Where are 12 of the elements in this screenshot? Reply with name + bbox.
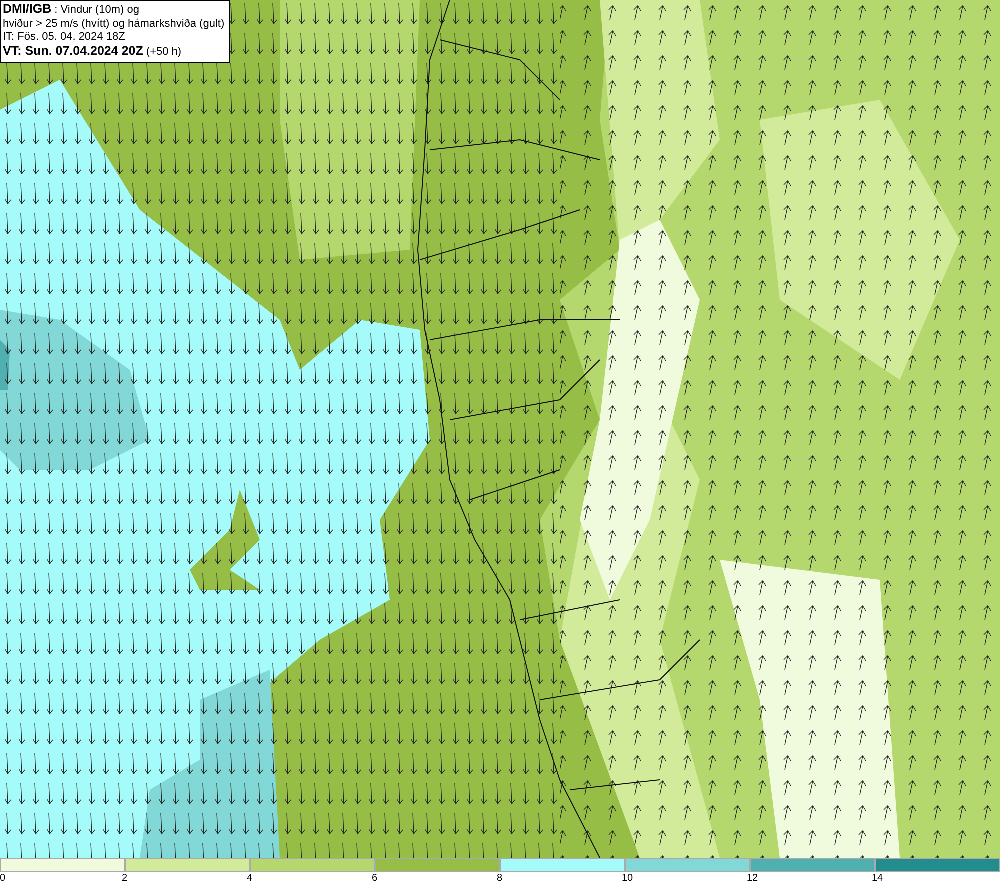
map-title-line: IT: Fös. 05. 04. 2024 18Z	[3, 31, 126, 44]
legend-tick-label: 10	[622, 872, 634, 885]
map-title-line: DMI/IGB : Vindur (10m) og	[3, 3, 140, 18]
map-title-line: hviður > 25 m/s (hvítt) og hámarkshviða (gult)	[3, 18, 225, 31]
legend-tick-label: 8	[497, 872, 503, 885]
legend-tick-label: 4	[247, 872, 253, 885]
legend-tick-label: 2	[122, 872, 128, 885]
legend-tick-label: 6	[372, 872, 378, 885]
legend-tick-label: 14	[872, 872, 884, 885]
map-title-line: VT: Sun. 07.04.2024 20Z (+50 h)	[3, 44, 183, 59]
legend-tick-label: 0	[0, 872, 6, 885]
legend-tick-label: 12	[747, 872, 758, 885]
